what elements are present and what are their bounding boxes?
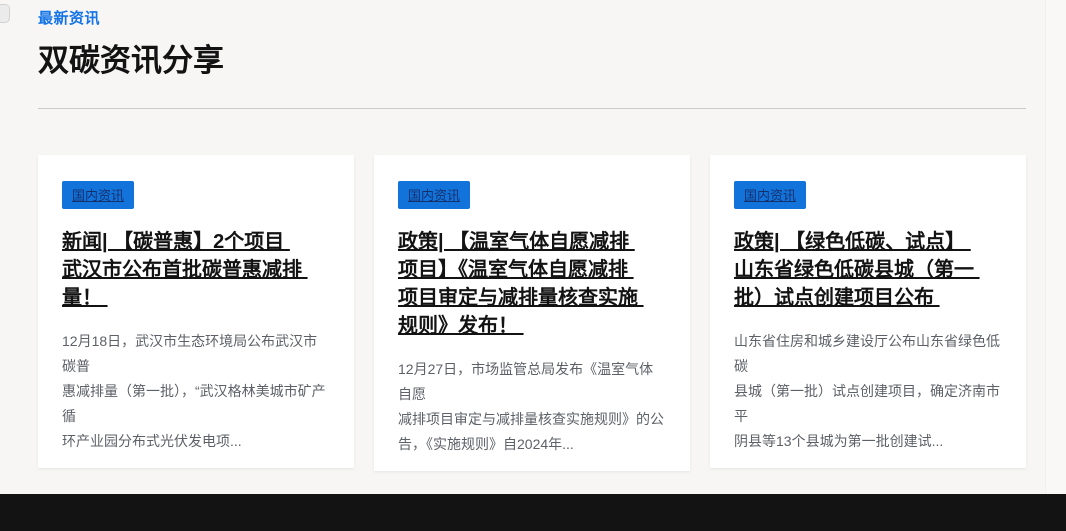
article-excerpt: 12月27日，市场监管总局发布《温室气体自愿 减排项目审定与减排量核查实施规则》… <box>398 357 666 457</box>
page: 最新资讯 双碳资讯分享 国内资讯 新闻| 【碳普惠】2个项目 武汉市公布首批碳普… <box>0 0 1066 531</box>
category-badge[interactable]: 国内资讯 <box>62 181 134 209</box>
category-badge[interactable]: 国内资讯 <box>398 181 470 209</box>
scroll-track <box>1045 0 1066 494</box>
news-section: 最新资讯 双碳资讯分享 国内资讯 新闻| 【碳普惠】2个项目 武汉市公布首批碳普… <box>38 0 1026 471</box>
article-excerpt: 12月18日，武汉市生态环境局公布武汉市碳普 惠减排量（第一批），“武汉格林美城… <box>62 329 330 454</box>
news-card: 国内资讯 政策| 【绿色低碳、试点】 山东省绿色低碳县城（第一 批）试点创建项目… <box>710 155 1026 468</box>
article-title-link[interactable]: 政策| 【绿色低碳、试点】 山东省绿色低碳县城（第一 批）试点创建项目公布 <box>734 228 1002 312</box>
news-card: 国内资讯 新闻| 【碳普惠】2个项目 武汉市公布首批碳普惠减排 量！ 12月18… <box>38 155 354 468</box>
left-edge-scroll-thumb[interactable] <box>0 4 10 23</box>
article-title-link[interactable]: 新闻| 【碳普惠】2个项目 武汉市公布首批碳普惠减排 量！ <box>62 228 330 312</box>
category-badge[interactable]: 国内资讯 <box>734 181 806 209</box>
page-title: 双碳资讯分享 <box>38 35 1026 80</box>
article-title-link[interactable]: 政策| 【温室气体自愿减排 项目】《温室气体自愿减排 项目审定与减排量核查实施 … <box>398 228 666 340</box>
news-card: 国内资讯 政策| 【温室气体自愿减排 项目】《温室气体自愿减排 项目审定与减排量… <box>374 155 690 471</box>
footer-bar <box>0 494 1066 531</box>
section-divider <box>38 108 1026 109</box>
section-eyebrow: 最新资讯 <box>38 7 1026 28</box>
news-card-list: 国内资讯 新闻| 【碳普惠】2个项目 武汉市公布首批碳普惠减排 量！ 12月18… <box>38 155 1026 471</box>
article-excerpt: 山东省住房和城乡建设厅公布山东省绿色低碳 县城（第一批）试点创建项目，确定济南市… <box>734 329 1002 454</box>
